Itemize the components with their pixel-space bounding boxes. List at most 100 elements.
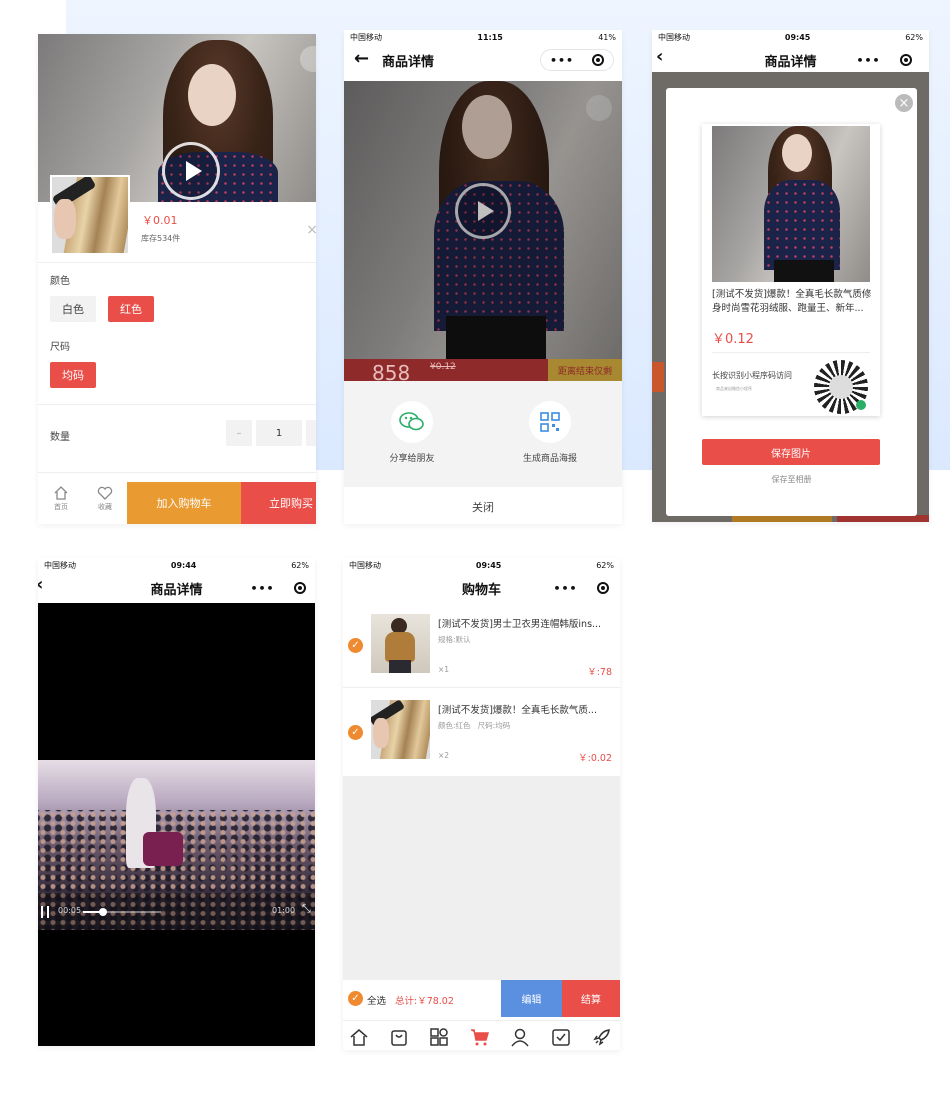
battery: 62% bbox=[905, 32, 923, 42]
select-all-label[interactable]: 全选 bbox=[367, 993, 386, 1007]
check-icon[interactable]: ✓ bbox=[348, 638, 363, 653]
price-strip: 858 ¥0.12 距离结束仅剩 bbox=[344, 359, 622, 381]
close-target-icon[interactable] bbox=[596, 582, 609, 594]
progress-track[interactable] bbox=[83, 908, 161, 916]
size-option-free[interactable]: 均码 bbox=[50, 362, 96, 388]
rocket-icon[interactable] bbox=[592, 1027, 612, 1047]
phone-video-player: 中国移动 09:44 62% ‹ 商品详情 ••• 00:05 01:00 bbox=[38, 558, 315, 1046]
video-play-icon[interactable] bbox=[455, 183, 511, 239]
qty-input[interactable]: 1 bbox=[256, 420, 302, 446]
cart-item-title: [测试不发货]爆款！全真毛长款气质... bbox=[438, 705, 597, 716]
phone-poster-modal: 中国移动 09:45 62% ‹ 商品详情 ••• × [测试不发货]爆款！全真… bbox=[652, 30, 929, 522]
bag-icon[interactable] bbox=[389, 1027, 409, 1047]
check-icon[interactable]: ✓ bbox=[348, 725, 363, 740]
more-icon[interactable]: ••• bbox=[550, 54, 574, 67]
cart-total: 总计:￥78.02 bbox=[395, 996, 454, 1007]
cart-icon[interactable] bbox=[470, 1027, 490, 1047]
share-friends-label: 分享给朋友 bbox=[389, 454, 435, 464]
divider bbox=[38, 262, 316, 263]
cart-item-qty: ×2 bbox=[438, 751, 450, 760]
cart-item[interactable]: ✓ [测试不发货]男士卫衣男连帽韩版ins... 规格:默认 ×1 ￥:78 bbox=[343, 608, 620, 688]
battery: 62% bbox=[291, 560, 309, 570]
generate-poster-label: 生成商品海报 bbox=[522, 454, 577, 464]
cart-item-price: ￥:78 bbox=[587, 667, 612, 678]
back-arrow-icon[interactable]: ‹ bbox=[38, 574, 43, 595]
phone-sku-selector: ￥0.01 库存534件 × 颜色 白色 红色 尺码 均码 数量 – 1 首页 … bbox=[38, 34, 316, 524]
phone-share-sheet: 中国移动 11:15 41% ← 商品详情 ••• 858 ¥0.12 距离结束… bbox=[344, 30, 622, 524]
cart-item-spec: 颜色:红色 尺码:均码 bbox=[438, 721, 511, 730]
video-player[interactable]: 00:05 01:00 ⤡ bbox=[38, 603, 315, 1046]
close-icon[interactable]: × bbox=[306, 222, 316, 238]
mini-program-capsule[interactable]: ••• bbox=[847, 49, 921, 71]
add-to-cart-button[interactable]: 加入购物车 bbox=[127, 482, 241, 524]
bottom-tab-bar bbox=[343, 1020, 620, 1050]
qty-plus-button[interactable] bbox=[306, 420, 316, 446]
tab-favorite[interactable]: 收藏 bbox=[86, 482, 124, 522]
close-target-icon[interactable] bbox=[293, 582, 306, 594]
nav-bar: ← 商品详情 ••• bbox=[344, 44, 622, 76]
tab-home[interactable]: 首页 bbox=[42, 482, 80, 522]
time: 09:45 bbox=[784, 32, 811, 42]
save-image-button[interactable]: 保存图片 bbox=[702, 439, 880, 465]
color-option-white[interactable]: 白色 bbox=[50, 296, 96, 322]
back-arrow-icon[interactable]: ‹ bbox=[656, 46, 663, 67]
more-icon[interactable]: ••• bbox=[250, 582, 274, 595]
cart-item-price: ￥:0.02 bbox=[578, 753, 612, 764]
share-panel: 分享给朋友 生成商品海报 bbox=[344, 381, 622, 487]
share-friends-button[interactable]: 分享给朋友 bbox=[382, 401, 442, 464]
close-target-icon[interactable] bbox=[899, 54, 912, 66]
more-icon[interactable]: ••• bbox=[856, 54, 880, 67]
close-target-icon[interactable] bbox=[592, 54, 605, 66]
cart-item[interactable]: ✓ [测试不发货]爆款！全真毛长款气质... 颜色:红色 尺码:均码 ×2 ￥:… bbox=[343, 690, 620, 776]
home-icon[interactable] bbox=[349, 1027, 369, 1047]
checkout-button[interactable]: 结算 bbox=[562, 980, 620, 1017]
time: 09:45 bbox=[475, 560, 502, 570]
buy-now-button[interactable]: 立即购买 bbox=[241, 482, 316, 524]
sku-thumb bbox=[50, 175, 130, 255]
close-circle-icon[interactable]: × bbox=[895, 94, 913, 112]
more-icon[interactable]: ••• bbox=[553, 582, 577, 595]
qty-label: 数量 bbox=[50, 432, 70, 443]
heart-icon bbox=[97, 486, 113, 500]
time: 11:15 bbox=[477, 32, 503, 42]
status-bar: 中国移动 09:45 62% bbox=[343, 558, 620, 572]
tab-home-label: 首页 bbox=[54, 503, 68, 511]
showcase-stage: ￥0.01 库存534件 × 颜色 白色 红色 尺码 均码 数量 – 1 首页 … bbox=[0, 0, 950, 1101]
cart-float-icon[interactable] bbox=[586, 95, 612, 121]
poster-hint: 长按识别小程序码访问 bbox=[712, 371, 792, 380]
page-title: 购物车 bbox=[461, 582, 501, 598]
cart-bottom-bar: ✓ 全选 总计:￥78.02 编辑 结算 bbox=[343, 980, 620, 1017]
back-arrow-icon[interactable]: ← bbox=[354, 48, 369, 69]
time-current: 00:05 bbox=[58, 906, 82, 915]
close-sheet-button[interactable]: 关闭 bbox=[344, 490, 622, 524]
progress-thumb[interactable] bbox=[98, 908, 107, 916]
poster-photo bbox=[712, 126, 870, 282]
user-icon[interactable] bbox=[510, 1027, 530, 1047]
divider bbox=[38, 404, 316, 405]
nav-bar: ‹ 商品详情 ••• bbox=[38, 572, 315, 604]
product-photo bbox=[344, 81, 622, 381]
video-play-icon[interactable] bbox=[162, 142, 220, 200]
sku-price: ￥0.01 bbox=[142, 214, 178, 227]
qty-minus-button[interactable]: – bbox=[226, 420, 252, 446]
pause-icon[interactable] bbox=[41, 906, 49, 918]
cart-float-icon[interactable] bbox=[300, 46, 316, 72]
poster-modal: × [测试不发货]爆款！全真毛长款气质修身时尚雪花羽绒服、跑量王、新年... ￥… bbox=[666, 88, 917, 516]
fullscreen-icon[interactable]: ⤡ bbox=[302, 903, 314, 915]
category-icon[interactable] bbox=[429, 1027, 449, 1047]
generate-poster-button[interactable]: 生成商品海报 bbox=[514, 401, 586, 464]
color-option-red[interactable]: 红色 bbox=[108, 296, 154, 322]
mini-program-capsule[interactable]: ••• bbox=[241, 577, 315, 599]
poster-card: [测试不发货]爆款！全真毛长款气质修身时尚雪花羽绒服、跑量王、新年... ￥0.… bbox=[702, 124, 880, 416]
checklist-icon[interactable] bbox=[551, 1027, 571, 1047]
mini-program-capsule[interactable]: ••• bbox=[540, 49, 614, 71]
edit-button[interactable]: 编辑 bbox=[501, 980, 562, 1017]
color-label: 颜色 bbox=[50, 276, 70, 287]
size-label: 尺码 bbox=[50, 342, 70, 353]
mini-program-capsule[interactable]: ••• bbox=[544, 577, 618, 599]
battery: 62% bbox=[596, 560, 614, 570]
save-album-link[interactable]: 保存至相册 bbox=[666, 474, 917, 485]
select-all-check-icon[interactable]: ✓ bbox=[348, 991, 363, 1006]
cart-empty-area bbox=[343, 776, 620, 980]
poster-desc: [测试不发货]爆款！全真毛长款气质修身时尚雪花羽绒服、跑量王、新年... bbox=[712, 289, 872, 314]
